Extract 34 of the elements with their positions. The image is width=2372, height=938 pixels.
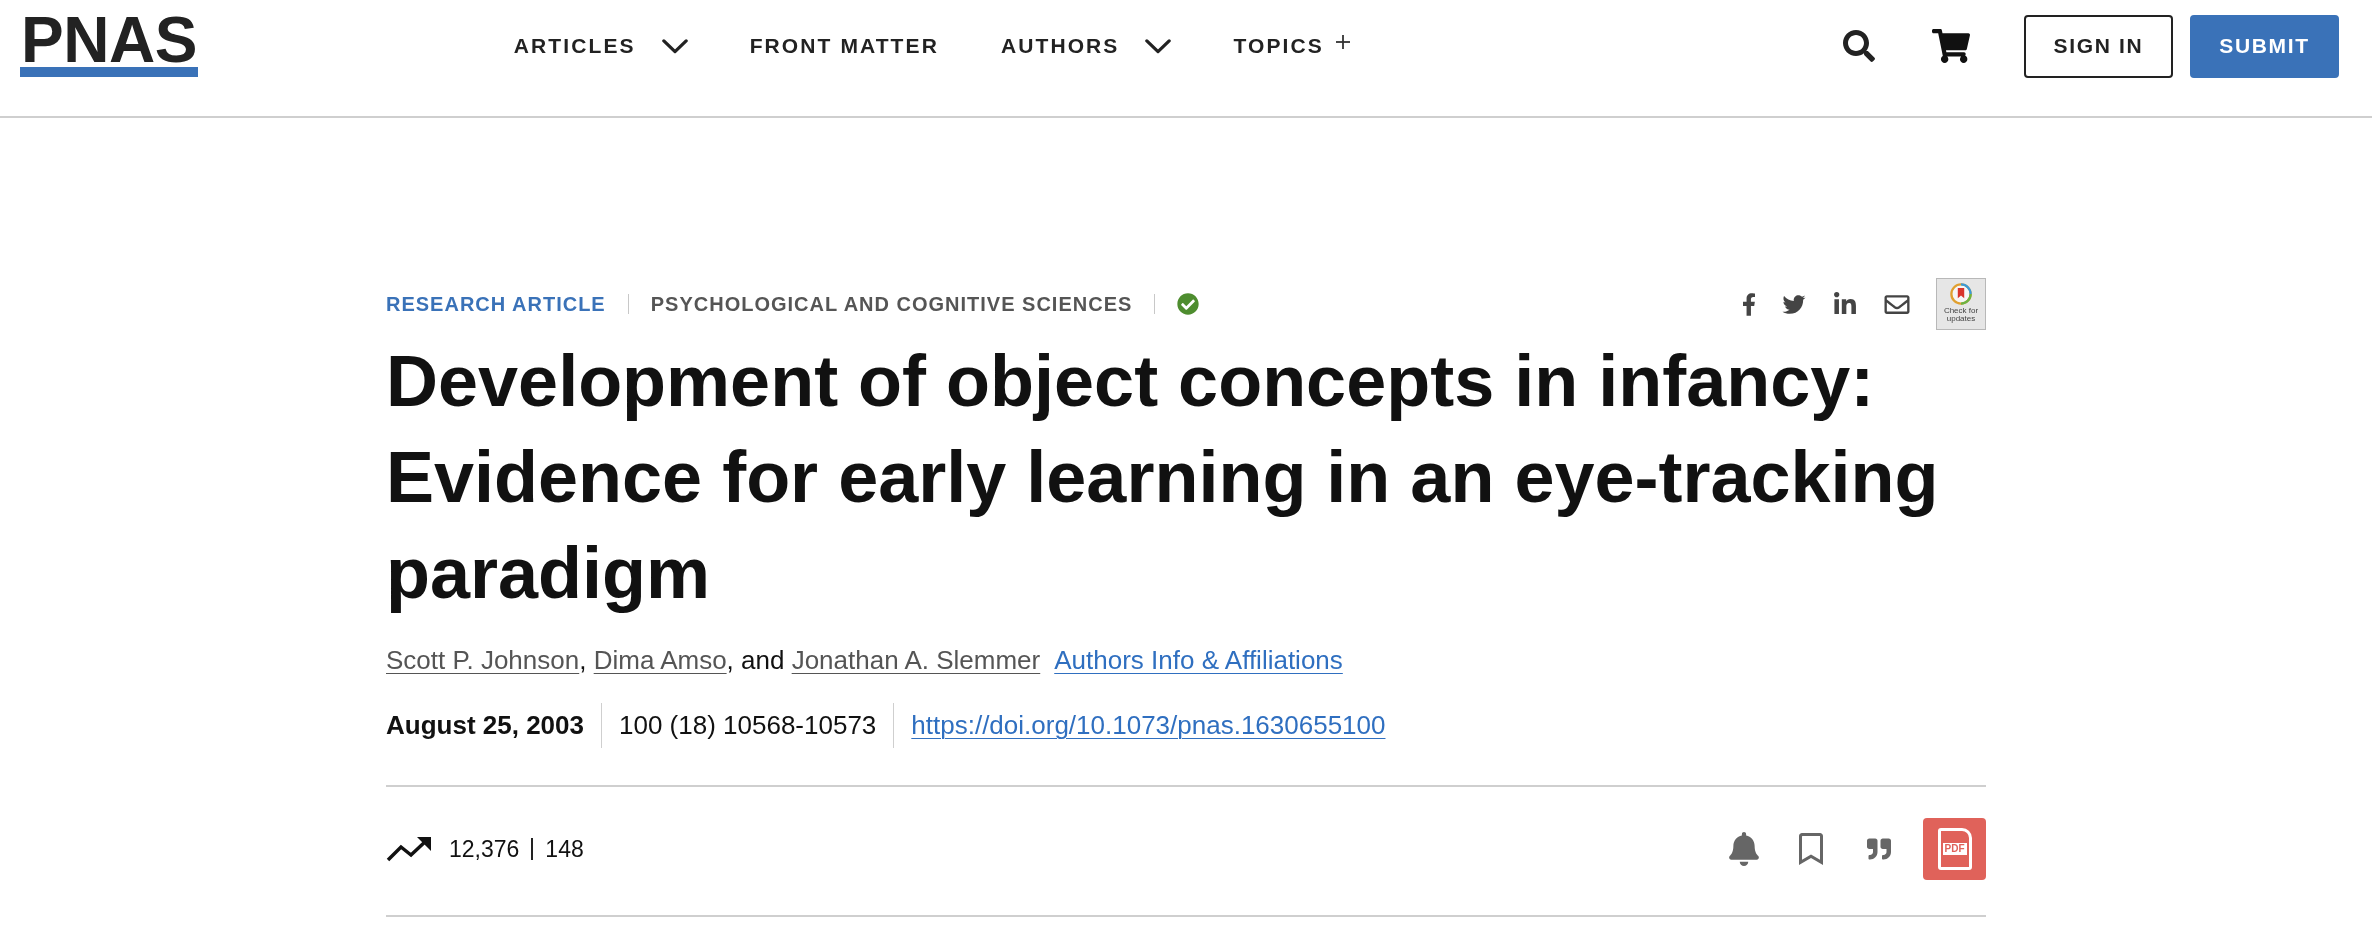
view-count: 12,376 xyxy=(449,834,520,864)
update-seal-icon xyxy=(1950,283,1972,305)
author-list: Scott P. Johnson, Dima Amso, and Jonathan A. Slemmer xyxy=(386,640,1041,680)
bookmark-icon[interactable] xyxy=(1799,833,1823,865)
affiliations-link[interactable]: Authors Info & Affiliations xyxy=(1054,640,1343,680)
article-title: Development of object concepts in infancy: Evidence for early learning in an eye-tracking paradigm xyxy=(386,340,1940,615)
author-link[interactable]: Dima Amso xyxy=(593,644,727,675)
sign-in-button[interactable]: SIGN IN xyxy=(2024,14,2173,78)
nav-menu-item[interactable]: ARTICLES xyxy=(513,30,688,62)
subject-link[interactable]: PSYCHOLOGICAL AND COGNITIVE SCIENCES xyxy=(650,289,1133,319)
search-icon[interactable] xyxy=(1843,30,1875,62)
nav-menu-item[interactable]: TOPICS xyxy=(1233,30,1350,62)
twitter-icon[interactable] xyxy=(1780,292,1808,316)
chevron-down-icon xyxy=(661,38,688,54)
publication-date: August 25, 2003 xyxy=(386,709,584,742)
pnas-logo[interactable]: PNAS xyxy=(20,15,198,77)
linkedin-icon[interactable] xyxy=(1832,291,1858,317)
bell-icon[interactable] xyxy=(1729,832,1759,866)
citation-count: 148 xyxy=(545,834,584,864)
nav-menu-item[interactable]: FRONT MATTER xyxy=(749,30,939,62)
chevron-down-icon xyxy=(1145,38,1172,54)
nav-menu-item[interactable]: AUTHORS xyxy=(1000,30,1172,62)
author-link[interactable]: Jonathan A. Slemmer xyxy=(791,644,1041,675)
trending-up-icon xyxy=(386,836,432,862)
doi-link[interactable]: https://doi.org/10.1073/pnas.1630655100 xyxy=(911,706,1386,745)
citation-text: 100 (18) 10568-10573 xyxy=(619,709,877,742)
facebook-icon[interactable] xyxy=(1742,291,1756,317)
shopping-cart-icon[interactable] xyxy=(1932,29,1970,63)
submit-button[interactable]: SUBMIT xyxy=(2190,14,2339,78)
quote-icon[interactable] xyxy=(1865,837,1893,861)
check-for-updates-badge[interactable]: Check for updates xyxy=(1936,278,1986,330)
plus-icon xyxy=(1335,35,1350,49)
article-type-link[interactable]: RESEARCH ARTICLE xyxy=(386,289,606,319)
author-link[interactable]: Scott P. Johnson xyxy=(386,644,580,675)
